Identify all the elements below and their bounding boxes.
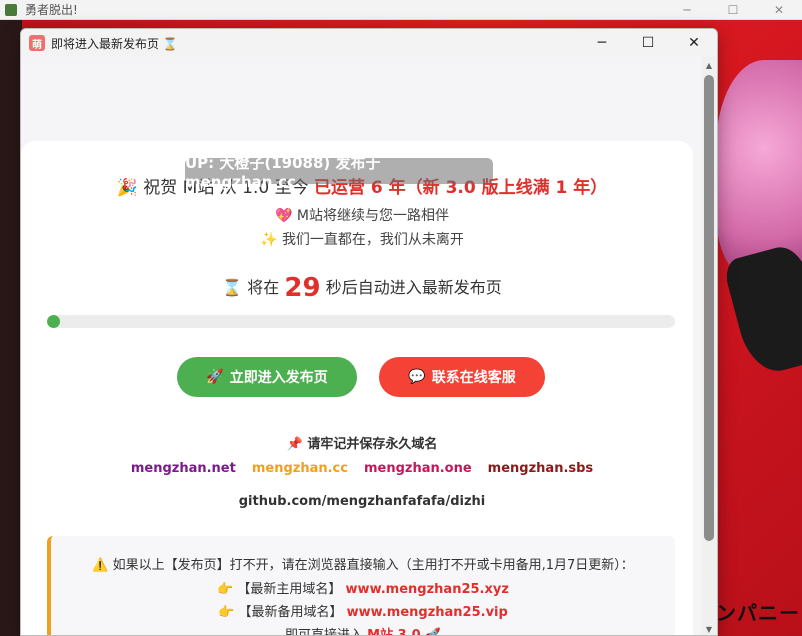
countdown-seconds: 29 <box>284 273 321 303</box>
backup-domain-link[interactable]: www.mengzhan25.vip <box>347 605 508 620</box>
remember-domains-heading: 📌 请牢记并保存永久域名 <box>21 433 703 452</box>
background-artwork-left <box>0 20 22 636</box>
background-window-title: 勇者脱出! <box>25 3 78 17</box>
countdown-progress-bar <box>47 315 675 328</box>
fallback-notice-box: ⚠️ 如果以上【发布页】打不开，请在浏览器直接输入（主用打不开或卡用备用,1月7… <box>47 536 675 636</box>
pointing-hand-icon: 👉 <box>218 605 235 620</box>
background-titlebar: 勇者脱出! ─ ☐ ✕ <box>0 0 802 20</box>
always-here-text: 我们一直都在，我们从未离开 <box>281 232 464 248</box>
background-artwork-hair <box>716 60 802 280</box>
companion-line: 💖 M站将继续与您一路相伴 <box>21 205 703 225</box>
bg-minimize-button[interactable]: ─ <box>664 0 710 20</box>
contact-button-label: 联系在线客服 <box>431 370 516 386</box>
countdown-suffix: 秒后自动进入最新发布页 <box>325 278 502 297</box>
domain-link-cc[interactable]: mengzhan.cc <box>252 461 348 476</box>
progress-fill <box>47 315 60 328</box>
backup-domain-label: 【最新备用域名】 <box>238 605 343 620</box>
companion-text: M站将继续与您一路相伴 <box>296 208 449 224</box>
notice-backup-domain-line: 👉 【最新备用域名】 www.mengzhan25.vip <box>51 601 675 620</box>
dialog-titlebar[interactable]: 萌 即将进入最新发布页 ⌛ ─ ☐ ✕ <box>21 29 717 57</box>
domain-link-net[interactable]: mengzhan.net <box>131 461 236 476</box>
scroll-up-arrow-icon[interactable]: ▲ <box>701 57 717 73</box>
background-window-controls: ─ ☐ ✕ <box>664 0 802 20</box>
notice-enter-line: 即可直接进入 M站 3.0 🚀 <box>51 624 675 636</box>
countdown-line: ⌛ 将在 29 秒后自动进入最新发布页 <box>21 273 703 303</box>
vertical-scrollbar[interactable]: ▲ ▼ <box>701 57 717 635</box>
m-station-link[interactable]: M站 3.0 <box>367 628 421 635</box>
party-popper-icon: 🎉 <box>116 178 138 198</box>
primary-domain-label: 【最新主用域名】 <box>237 582 342 597</box>
domain-link-one[interactable]: mengzhan.one <box>364 461 472 476</box>
bg-maximize-button[interactable]: ☐ <box>710 0 756 20</box>
primary-domain-link[interactable]: www.mengzhan25.xyz <box>346 582 509 597</box>
dialog-content: UP: 大橙子(19088) 发布于 mengzhan.cc 🎉 祝贺 M站 从… <box>21 57 703 636</box>
speech-bubble-icon: 💬 <box>408 369 426 385</box>
minimize-button[interactable]: ─ <box>579 29 625 57</box>
dialog-window-controls: ─ ☐ ✕ <box>579 29 717 57</box>
notice-warning-text: 如果以上【发布页】打不开，请在浏览器直接输入（主用打不开或卡用备用,1月7日更新… <box>112 558 634 573</box>
background-corner-text: ンパニー <box>716 601 800 625</box>
enter-release-page-button[interactable]: 🚀 立即进入发布页 <box>177 357 357 397</box>
background-artwork-dark <box>721 241 802 379</box>
github-address-link[interactable]: github.com/mengzhanfafafa/dizhi <box>21 494 703 509</box>
dialog-title: 即将进入最新发布页 ⌛ <box>51 36 178 51</box>
contact-support-button[interactable]: 💬 联系在线客服 <box>379 357 545 397</box>
maximize-button[interactable]: ☐ <box>625 29 671 57</box>
heart-icon: 💖 <box>275 208 293 224</box>
scroll-down-arrow-icon[interactable]: ▼ <box>701 621 717 635</box>
notice-enter-text: 即可直接进入 <box>285 628 364 636</box>
release-page-dialog: 萌 即将进入最新发布页 ⌛ ─ ☐ ✕ UP: 大橙子(19088) 发布于 m… <box>20 28 718 636</box>
notice-warning-line: ⚠️ 如果以上【发布页】打不开，请在浏览器直接输入（主用打不开或卡用备用,1月7… <box>51 554 675 573</box>
sparkles-icon: ✨ <box>260 232 278 248</box>
bg-close-button[interactable]: ✕ <box>756 0 802 20</box>
pushpin-icon: 📌 <box>286 437 303 452</box>
rocket-icon: 🚀 <box>206 369 224 385</box>
uploader-watermark: UP: 大橙子(19088) 发布于 mengzhan.cc <box>185 154 493 191</box>
scrollbar-thumb[interactable] <box>704 75 714 541</box>
rocket-icon: 🚀 <box>424 628 441 636</box>
enter-button-label: 立即进入发布页 <box>229 370 328 386</box>
warning-icon: ⚠️ <box>92 558 109 573</box>
app-logo-icon: 萌 <box>29 35 45 51</box>
always-here-line: ✨ 我们一直都在，我们从未离开 <box>21 229 703 249</box>
close-button[interactable]: ✕ <box>671 29 717 57</box>
domain-link-sbs[interactable]: mengzhan.sbs <box>488 461 594 476</box>
notice-primary-domain-line: 👉 【最新主用域名】 www.mengzhan25.xyz <box>51 578 675 597</box>
remember-text: 请牢记并保存永久域名 <box>307 437 438 452</box>
game-app-icon <box>5 3 17 16</box>
countdown-prefix: 将在 <box>247 278 280 297</box>
permanent-domains-list: mengzhan.net mengzhan.cc mengzhan.one me… <box>21 461 703 476</box>
pointing-hand-icon: 👉 <box>217 582 234 597</box>
hourglass-icon: ⌛ <box>222 278 243 297</box>
